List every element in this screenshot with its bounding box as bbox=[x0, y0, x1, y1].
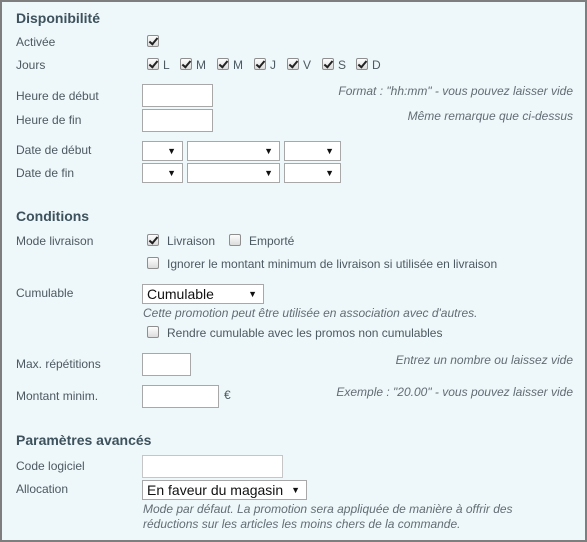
end-time-input[interactable] bbox=[142, 109, 213, 132]
day-label-friday: V bbox=[303, 58, 312, 72]
start-date-day-select[interactable]: ▼ bbox=[142, 141, 183, 161]
max-repeats-hint: Entrez un nombre ou laissez vide bbox=[395, 353, 573, 367]
dropdown-arrow-icon: ▼ bbox=[167, 146, 176, 156]
day-checkbox-thursday[interactable] bbox=[254, 58, 266, 70]
cumulable-hint: Cette promotion peut être utilisée en as… bbox=[143, 306, 478, 320]
start-time-label: Heure de début bbox=[16, 89, 99, 103]
allocation-selected-value: En faveur du magasin bbox=[147, 482, 284, 498]
section-heading-conditions: Conditions bbox=[16, 208, 90, 224]
promotion-settings-panel: Disponibilité Activée Jours L M M J V S … bbox=[0, 0, 587, 542]
ignore-min-delivery-label: Ignorer le montant minimum de livraison … bbox=[167, 257, 498, 271]
delivery-checkbox[interactable] bbox=[147, 234, 159, 246]
allocation-hint-line2: réductions sur les articles les moins ch… bbox=[143, 517, 461, 531]
allocation-select[interactable]: En faveur du magasin ▼ bbox=[142, 480, 307, 500]
dropdown-arrow-icon: ▼ bbox=[325, 146, 334, 156]
software-code-label: Code logiciel bbox=[16, 459, 85, 473]
day-label-saturday: S bbox=[338, 58, 347, 72]
day-checkbox-monday[interactable] bbox=[147, 58, 159, 70]
start-time-hint: Format : "hh:mm" - vous pouvez laisser v… bbox=[338, 84, 573, 98]
start-date-month-select[interactable]: ▼ bbox=[187, 141, 280, 161]
day-checkbox-friday[interactable] bbox=[287, 58, 299, 70]
dropdown-arrow-icon: ▼ bbox=[291, 485, 300, 495]
dropdown-arrow-icon: ▼ bbox=[264, 168, 273, 178]
allocation-label: Allocation bbox=[16, 482, 69, 496]
software-code-input[interactable] bbox=[142, 455, 283, 478]
ignore-min-delivery-checkbox[interactable] bbox=[147, 257, 159, 269]
max-repeats-label: Max. répétitions bbox=[16, 357, 101, 371]
days-label: Jours bbox=[16, 58, 46, 72]
day-checkbox-saturday[interactable] bbox=[322, 58, 334, 70]
start-time-input[interactable] bbox=[142, 84, 213, 107]
end-date-month-select[interactable]: ▼ bbox=[187, 163, 280, 183]
allocation-hint-line1: Mode par défaut. La promotion sera appli… bbox=[143, 502, 513, 516]
enabled-checkbox[interactable] bbox=[147, 35, 159, 47]
end-date-day-select[interactable]: ▼ bbox=[142, 163, 183, 183]
day-checkbox-tuesday[interactable] bbox=[180, 58, 192, 70]
end-date-label: Date de fin bbox=[16, 166, 75, 180]
cumulable-label: Cumulable bbox=[16, 286, 74, 300]
end-time-label: Heure de fin bbox=[16, 113, 82, 127]
delivery-mode-label: Mode livraison bbox=[16, 234, 94, 248]
cumulable-selected-value: Cumulable bbox=[147, 286, 214, 302]
takeaway-option-label: Emporté bbox=[249, 234, 295, 248]
cumulable-select[interactable]: Cumulable ▼ bbox=[142, 284, 264, 304]
start-date-label: Date de début bbox=[16, 143, 92, 157]
section-heading-availability: Disponibilité bbox=[16, 10, 100, 26]
max-repeats-input[interactable] bbox=[142, 353, 191, 376]
min-amount-hint: Exemple : "20.00" - vous pouvez laisser … bbox=[336, 385, 573, 399]
section-heading-advanced: Paramètres avancés bbox=[16, 432, 152, 448]
currency-symbol: € bbox=[224, 388, 231, 402]
delivery-option-label: Livraison bbox=[167, 234, 216, 248]
day-label-monday: L bbox=[163, 58, 170, 72]
day-checkbox-wednesday[interactable] bbox=[217, 58, 229, 70]
min-amount-input[interactable] bbox=[142, 385, 219, 408]
end-date-year-select[interactable]: ▼ bbox=[284, 163, 341, 183]
day-label-wednesday: M bbox=[233, 58, 243, 72]
day-label-tuesday: M bbox=[196, 58, 206, 72]
day-label-thursday: J bbox=[270, 58, 276, 72]
dropdown-arrow-icon: ▼ bbox=[325, 168, 334, 178]
end-time-hint: Même remarque que ci-dessus bbox=[407, 109, 573, 123]
dropdown-arrow-icon: ▼ bbox=[167, 168, 176, 178]
min-amount-label: Montant minim. bbox=[16, 389, 99, 403]
make-cumulable-checkbox[interactable] bbox=[147, 326, 159, 338]
day-checkbox-sunday[interactable] bbox=[356, 58, 368, 70]
dropdown-arrow-icon: ▼ bbox=[264, 146, 273, 156]
enabled-label: Activée bbox=[16, 35, 56, 49]
takeaway-checkbox[interactable] bbox=[229, 234, 241, 246]
make-cumulable-label: Rendre cumulable avec les promos non cum… bbox=[167, 326, 443, 340]
day-label-sunday: D bbox=[372, 58, 381, 72]
start-date-year-select[interactable]: ▼ bbox=[284, 141, 341, 161]
dropdown-arrow-icon: ▼ bbox=[248, 289, 257, 299]
